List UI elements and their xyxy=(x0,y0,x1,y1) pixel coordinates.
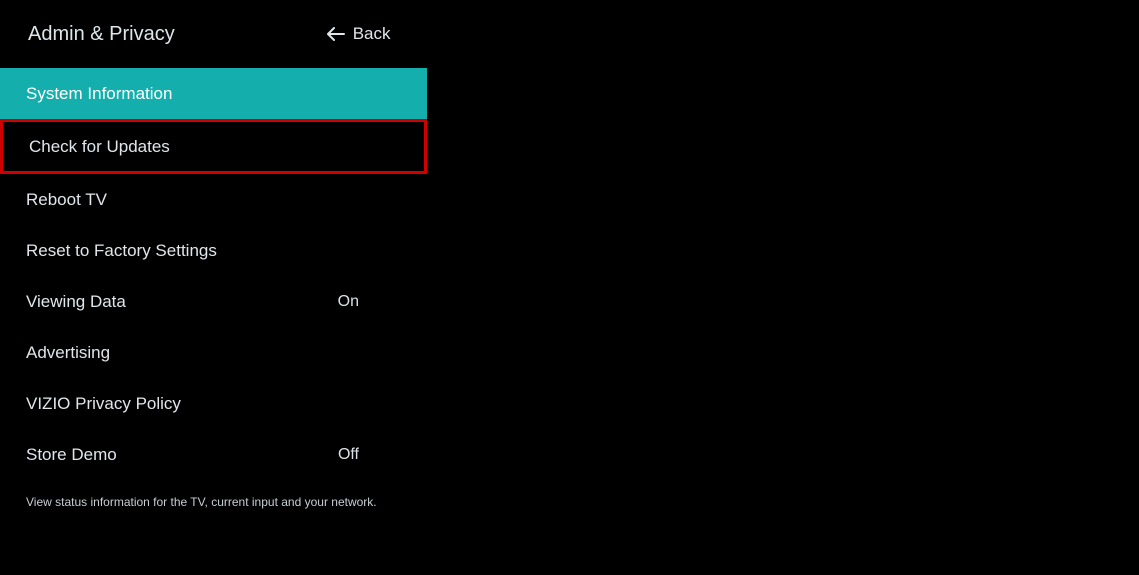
menu-item-store-demo[interactable]: Store Demo Off xyxy=(0,429,427,480)
back-label: Back xyxy=(353,24,391,44)
menu-item-label: Store Demo xyxy=(26,445,117,465)
menu-item-value: On xyxy=(338,293,359,311)
footer-description: View status information for the TV, curr… xyxy=(0,480,1139,509)
menu-item-privacy-policy[interactable]: VIZIO Privacy Policy xyxy=(0,378,427,429)
menu-item-system-information[interactable]: System Information xyxy=(0,68,427,119)
back-button[interactable]: Back xyxy=(327,24,391,44)
menu-item-label: System Information xyxy=(26,84,172,104)
menu-item-label: Check for Updates xyxy=(29,137,170,157)
menu-item-label: VIZIO Privacy Policy xyxy=(26,394,181,414)
menu-item-label: Reboot TV xyxy=(26,190,107,210)
menu-item-value: Off xyxy=(338,446,359,464)
menu-item-check-for-updates[interactable]: Check for Updates xyxy=(0,119,427,174)
menu-item-advertising[interactable]: Advertising xyxy=(0,327,427,378)
menu-item-label: Advertising xyxy=(26,343,110,363)
page-title: Admin & Privacy xyxy=(28,23,175,46)
header: Admin & Privacy Back xyxy=(0,0,1139,50)
menu-list: System Information Check for Updates Reb… xyxy=(0,68,1139,480)
menu-item-viewing-data[interactable]: Viewing Data On xyxy=(0,276,427,327)
arrow-left-icon xyxy=(327,27,345,41)
menu-item-label: Viewing Data xyxy=(26,292,126,312)
menu-item-reboot-tv[interactable]: Reboot TV xyxy=(0,174,427,225)
menu-item-label: Reset to Factory Settings xyxy=(26,241,217,261)
menu-item-reset-factory[interactable]: Reset to Factory Settings xyxy=(0,225,427,276)
